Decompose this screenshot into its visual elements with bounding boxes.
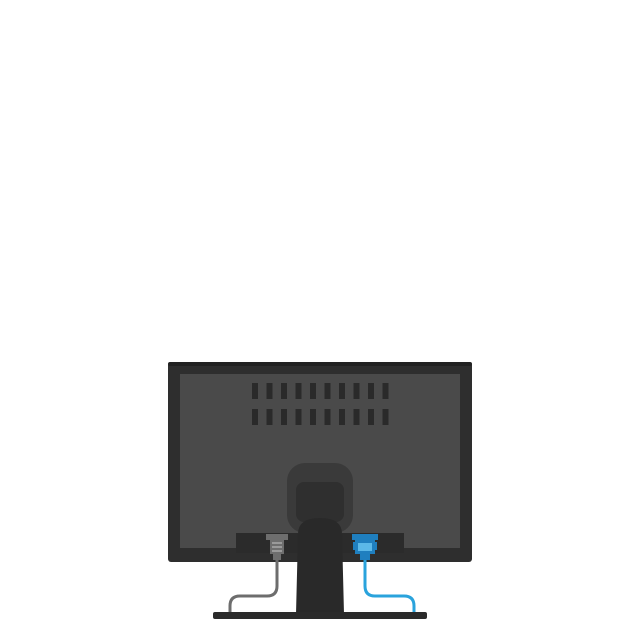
vent-slot	[368, 383, 374, 399]
stand-neck	[296, 518, 344, 614]
vent-slot	[266, 383, 273, 399]
vent-slot	[368, 409, 374, 425]
vent-slot	[295, 383, 302, 399]
vent-slot	[310, 383, 316, 399]
vent-slot	[382, 409, 389, 425]
vent-slot	[339, 383, 345, 399]
vent-slot	[266, 409, 273, 425]
vent-slot	[382, 383, 389, 399]
vent-slot	[310, 409, 316, 425]
vent-slot	[353, 409, 360, 425]
vent-slot	[295, 409, 302, 425]
monitor-top-edge	[168, 362, 472, 366]
vent-slot	[339, 409, 345, 425]
vent-slot	[281, 383, 287, 399]
vent-slot	[281, 409, 287, 425]
vent-slot	[324, 383, 331, 399]
vent-slot	[324, 409, 331, 425]
monitor-rear-illustration	[0, 0, 640, 640]
stand-base	[213, 612, 427, 619]
vent-slot	[353, 383, 360, 399]
vent-slot	[252, 409, 258, 425]
vent-slot	[252, 383, 258, 399]
stand-mount-inner	[296, 482, 344, 522]
